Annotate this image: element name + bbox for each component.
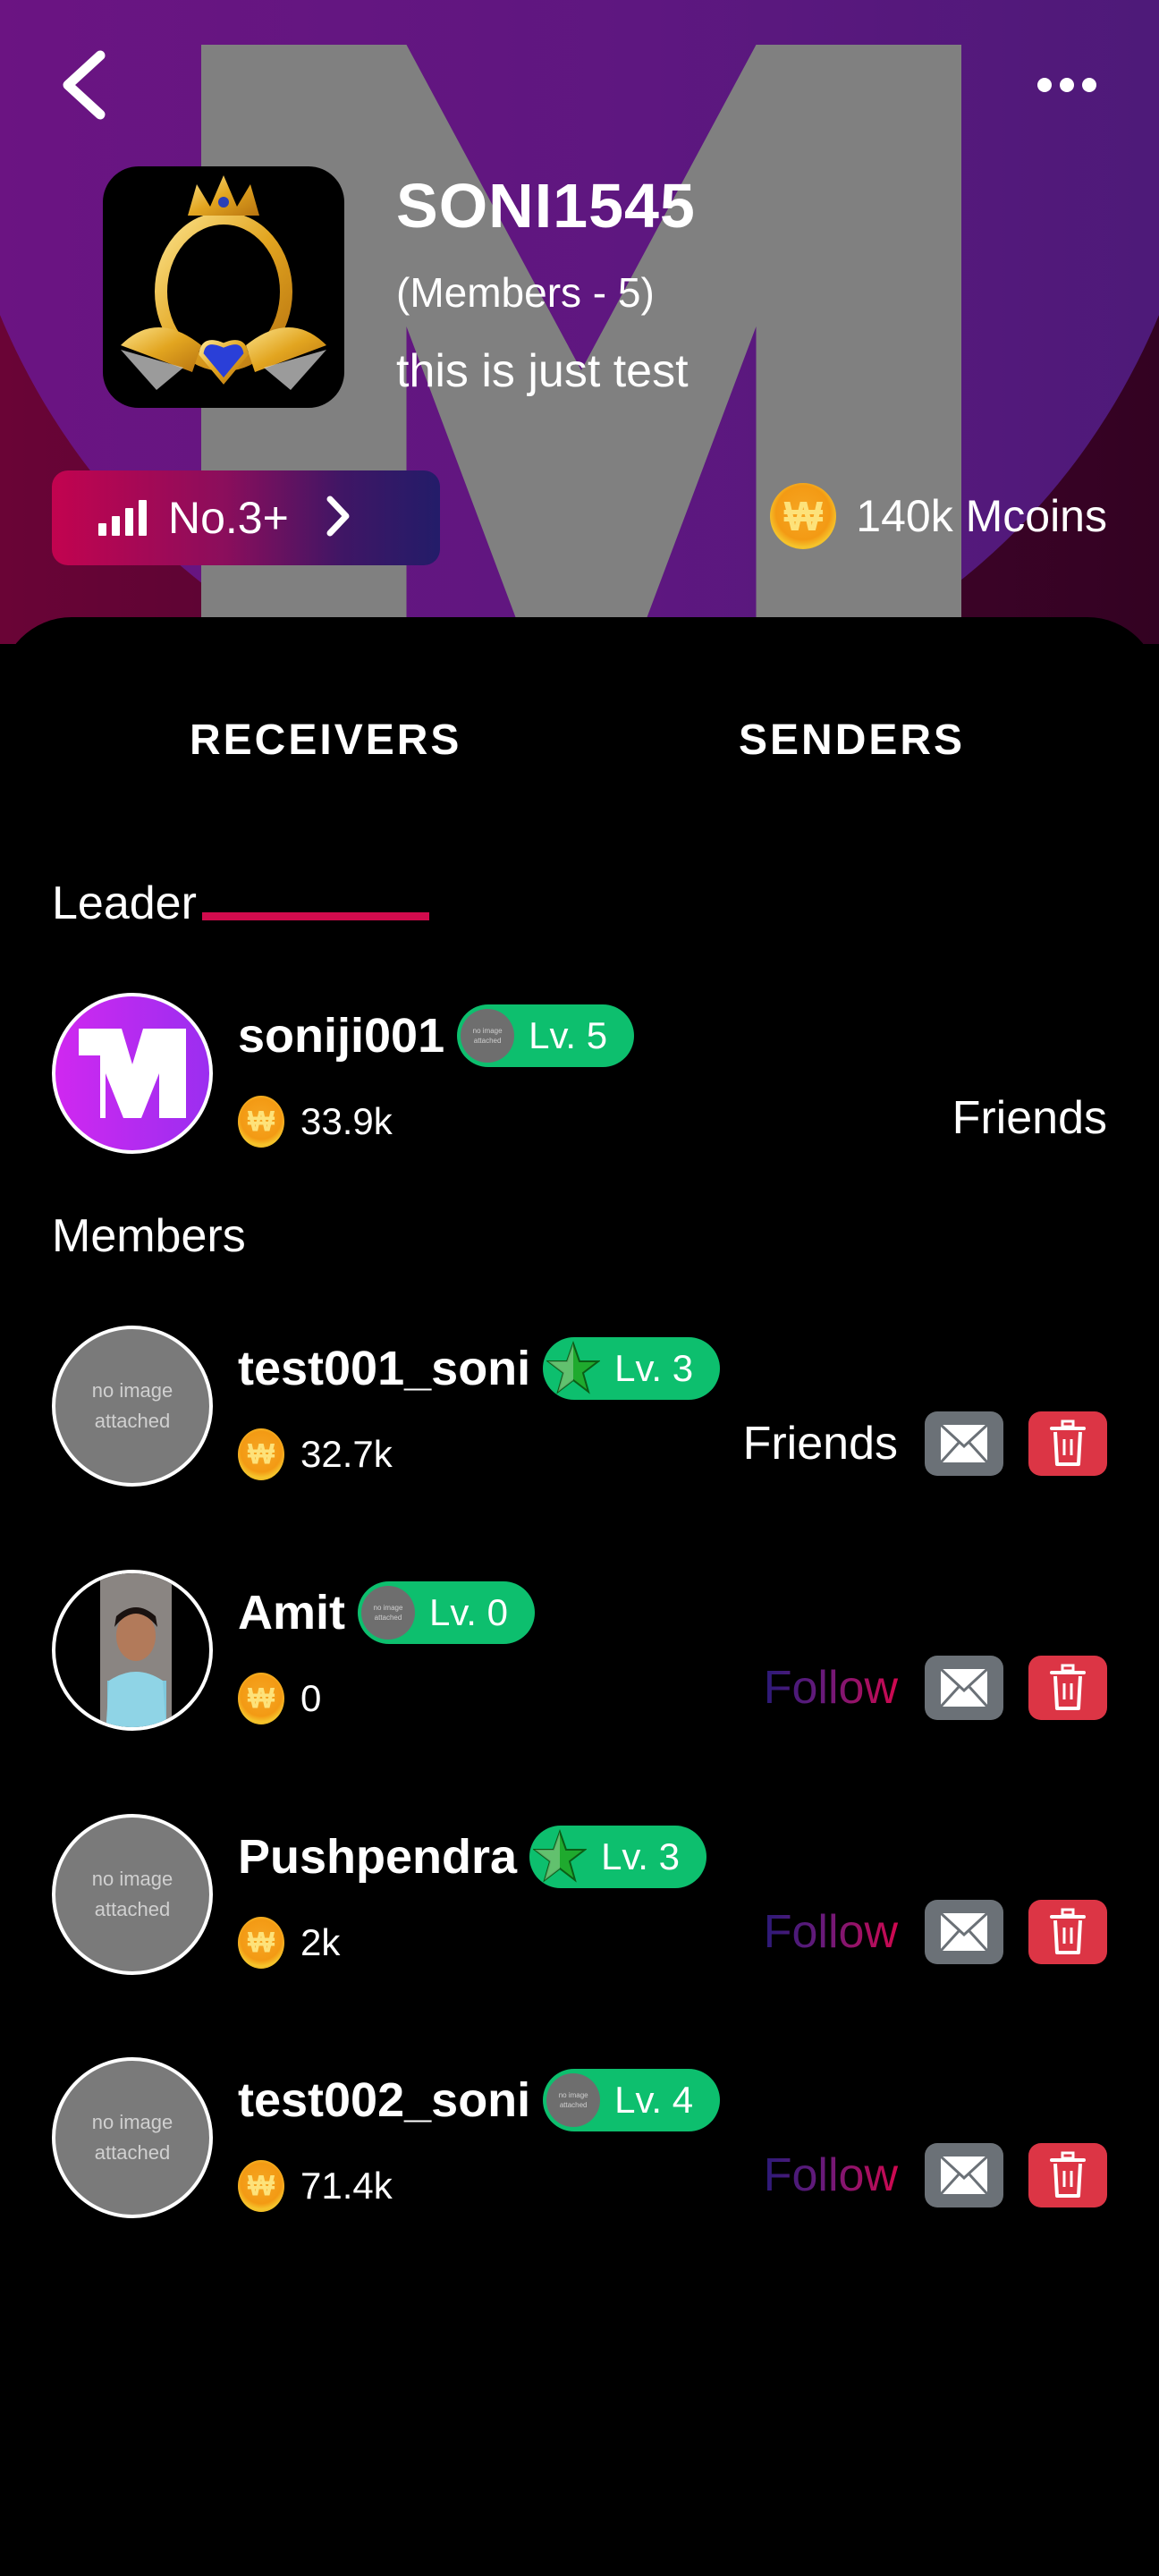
group-header: SONI1545 (Members - 5) this is just test…: [0, 0, 1159, 644]
friends-status[interactable]: Friends: [743, 1417, 898, 1470]
follow-button[interactable]: Follow: [764, 2148, 898, 2202]
member-row: Amit no image attached Lv. 0 0 Follow: [0, 1570, 1159, 1731]
level-text: Lv. 4: [614, 2079, 694, 2121]
message-button[interactable]: [925, 1900, 1003, 1964]
back-button[interactable]: [54, 45, 116, 125]
leader-section-title: Leader: [52, 877, 197, 929]
level-text: Lv. 0: [429, 1591, 508, 1633]
no-image-icon: no image attached: [361, 1586, 415, 1640]
group-avatar[interactable]: [103, 166, 344, 408]
mail-icon: [939, 2155, 989, 2196]
signal-bars-icon: [98, 500, 147, 536]
more-dot-icon: [1060, 78, 1074, 92]
tab-receivers[interactable]: RECEIVERS: [190, 716, 461, 765]
no-image-placeholder: no image attached: [91, 1868, 173, 1920]
member-name[interactable]: test002_soni: [238, 2072, 530, 2128]
rank-button[interactable]: No.3+: [52, 470, 440, 565]
no-image-icon: no image attached: [546, 2073, 601, 2127]
mcoins-amount: 140k Mcoins: [856, 491, 1107, 541]
coin-amount: 33.9k: [300, 1100, 393, 1142]
message-button[interactable]: [925, 1411, 1003, 1476]
level-text: Lv. 3: [601, 1835, 680, 1877]
active-tab-indicator: [202, 912, 429, 920]
member-name[interactable]: soniji001: [238, 1008, 444, 1063]
delete-member-button[interactable]: [1028, 1900, 1107, 1964]
chevron-right-icon: [325, 494, 351, 543]
level-badge: Lv. 3: [543, 1337, 721, 1400]
green-star-icon: [533, 1829, 588, 1884]
level-badge: no image attached Lv. 5: [457, 1004, 635, 1067]
coin-icon: [238, 1673, 284, 1724]
member-row: no image attached Pushpendra Lv. 3 2k Fo…: [0, 1814, 1159, 1975]
avatar[interactable]: no image attached: [52, 1814, 213, 1975]
message-button[interactable]: [925, 2143, 1003, 2207]
member-name[interactable]: Pushpendra: [238, 1829, 517, 1885]
trash-icon: [1050, 1908, 1086, 1954]
no-image-icon: no image attached: [461, 1009, 515, 1063]
level-badge: Lv. 3: [529, 1826, 706, 1888]
follow-button[interactable]: Follow: [764, 1905, 898, 1959]
leader-row: soniji001 no image attached Lv. 5 33.9k …: [0, 993, 1159, 1154]
trash-icon: [1050, 2151, 1086, 2198]
trash-icon: [1050, 1664, 1086, 1710]
message-button[interactable]: [925, 1656, 1003, 1720]
avatar[interactable]: [52, 993, 213, 1154]
group-mcoins: 140k Mcoins: [770, 483, 1107, 549]
coin-icon: [238, 1917, 284, 1969]
coin-icon: [238, 2160, 284, 2212]
members-section-title: Members: [52, 1210, 246, 1262]
brand-logo-icon: [79, 1029, 186, 1118]
more-dot-icon: [1082, 78, 1096, 92]
user-photo-icon: [100, 1573, 172, 1727]
level-badge: no image attached Lv. 0: [358, 1581, 535, 1644]
trash-icon: [1050, 1419, 1086, 1466]
member-row: no image attached test001_soni Lv. 3 32.…: [0, 1326, 1159, 1487]
mail-icon: [939, 1667, 989, 1708]
level-badge: no image attached Lv. 4: [543, 2069, 721, 2131]
more-options-button[interactable]: [1037, 67, 1109, 103]
coin-amount: 2k: [300, 1921, 341, 1963]
group-name: SONI1545: [396, 171, 696, 241]
level-text: Lv. 5: [529, 1014, 608, 1056]
crown-frame-icon: [121, 175, 326, 390]
content-panel: RECEIVERS SENDERS Leader soniji001 no im…: [0, 617, 1159, 2576]
follow-button[interactable]: Follow: [764, 1661, 898, 1715]
member-name[interactable]: test001_soni: [238, 1341, 530, 1396]
group-description: this is just test: [396, 345, 689, 397]
coin-amount: 71.4k: [300, 2165, 393, 2207]
coin-amount: 32.7k: [300, 1433, 393, 1475]
more-dot-icon: [1037, 78, 1052, 92]
member-row: no image attached test002_soni no image …: [0, 2057, 1159, 2218]
coin-icon: [238, 1428, 284, 1480]
avatar[interactable]: no image attached: [52, 1326, 213, 1487]
level-text: Lv. 3: [614, 1347, 694, 1389]
coin-icon: [770, 483, 837, 549]
no-image-placeholder: no image attached: [91, 1379, 173, 1432]
coin-amount: 0: [300, 1677, 322, 1719]
mail-icon: [939, 1423, 989, 1464]
mail-icon: [939, 1911, 989, 1953]
no-image-placeholder: no image attached: [91, 2111, 173, 2164]
delete-member-button[interactable]: [1028, 1656, 1107, 1720]
avatar[interactable]: no image attached: [52, 2057, 213, 2218]
delete-member-button[interactable]: [1028, 2143, 1107, 2207]
tab-bar: RECEIVERS SENDERS: [0, 716, 1159, 920]
group-member-count: (Members - 5): [396, 269, 655, 316]
member-name[interactable]: Amit: [238, 1585, 345, 1640]
avatar[interactable]: [52, 1570, 213, 1731]
coin-icon: [238, 1096, 284, 1148]
rank-label: No.3+: [168, 493, 289, 543]
delete-member-button[interactable]: [1028, 1411, 1107, 1476]
tab-senders[interactable]: SENDERS: [739, 716, 965, 765]
friends-status[interactable]: Friends: [952, 1091, 1107, 1145]
chevron-left-icon: [63, 50, 106, 120]
green-star-icon: [546, 1341, 601, 1395]
